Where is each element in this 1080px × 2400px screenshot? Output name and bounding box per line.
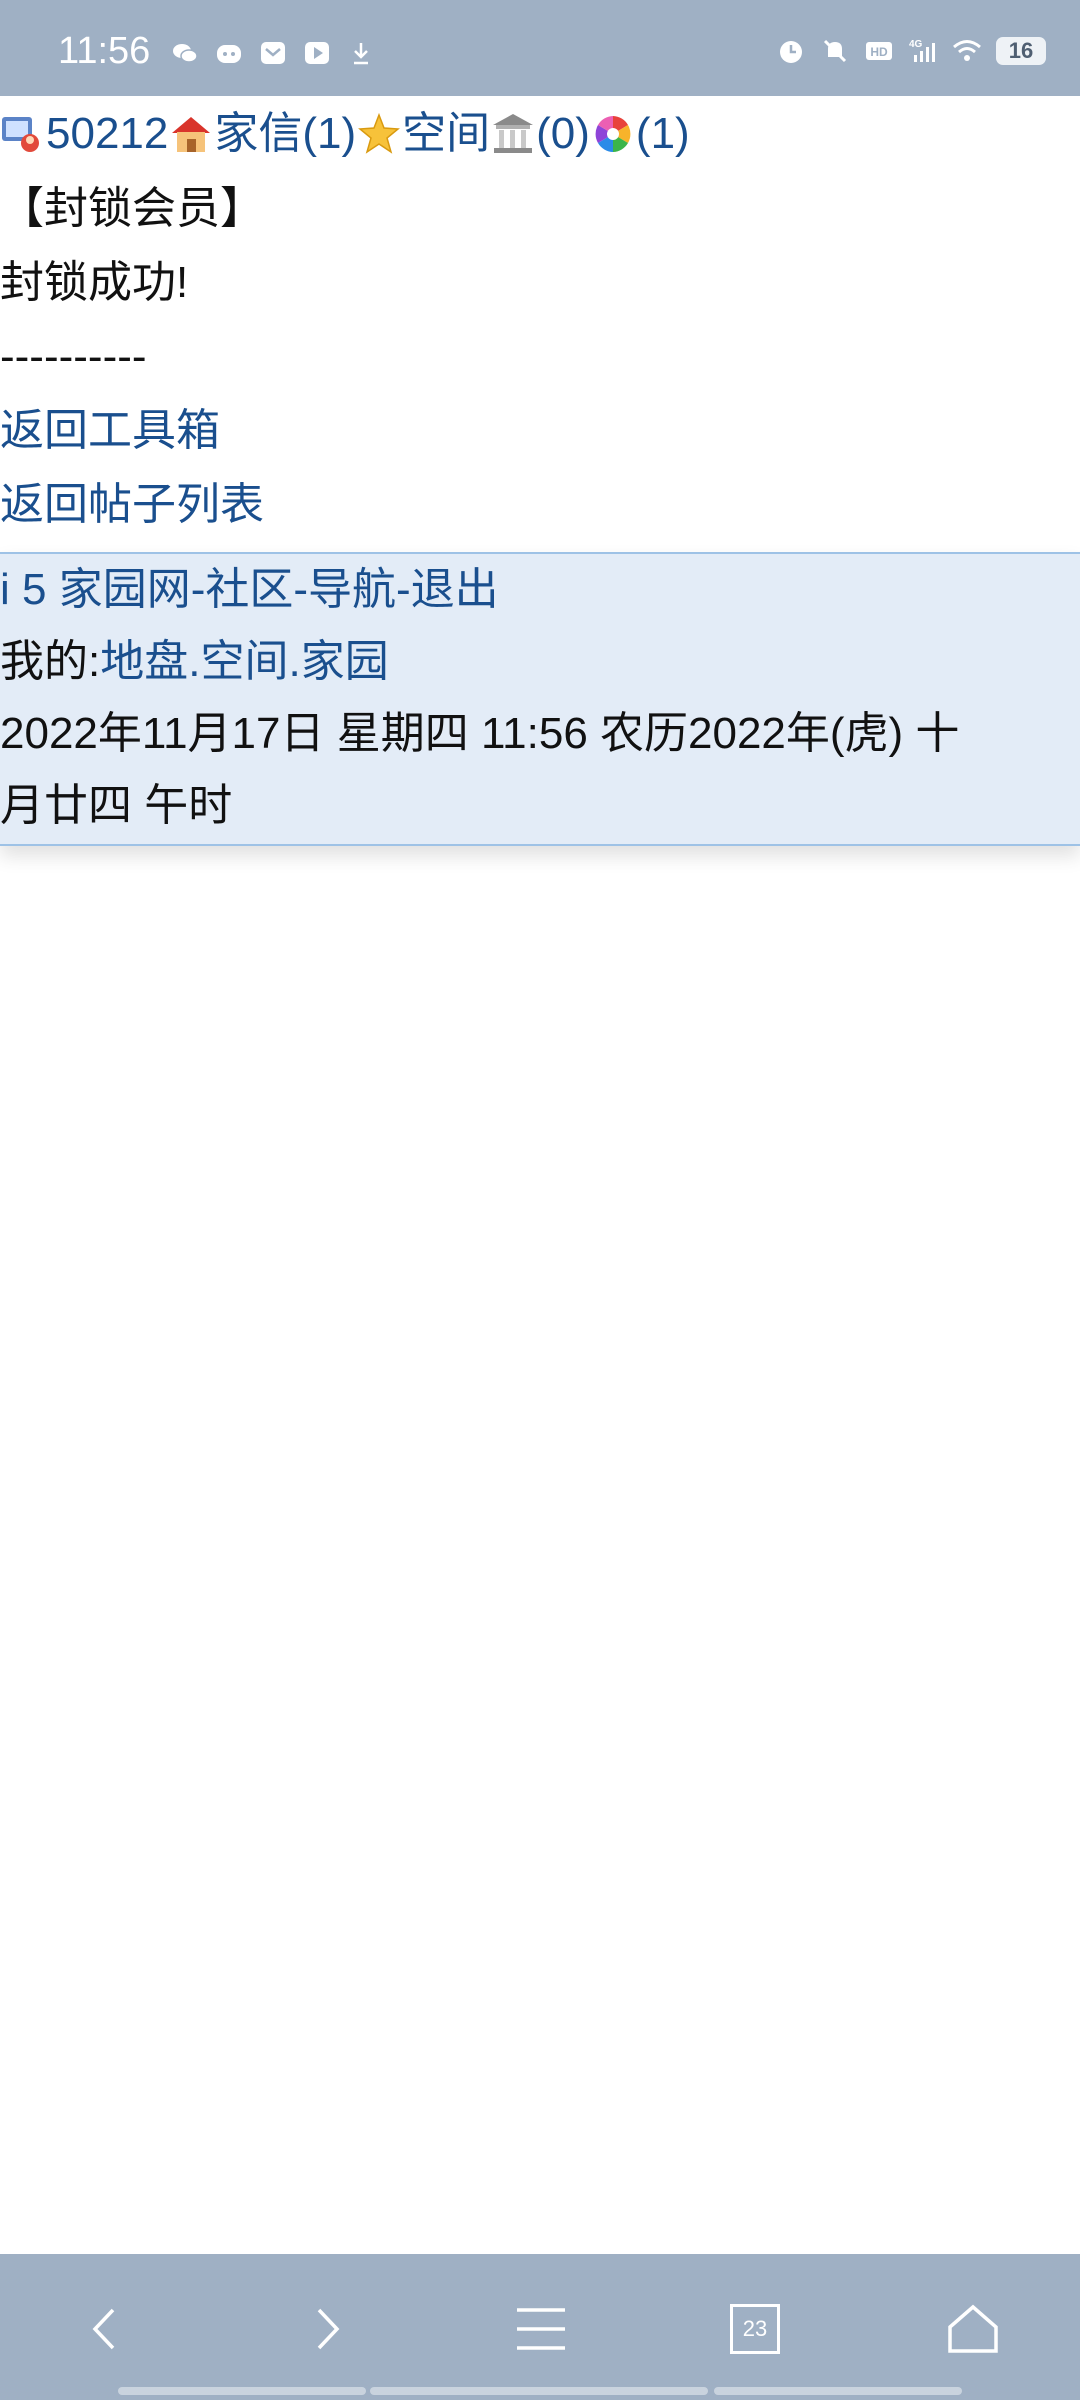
divider: ---------- xyxy=(0,332,147,381)
alarm-icon xyxy=(780,41,802,63)
svg-text:HD: HD xyxy=(870,45,888,59)
menu-icon xyxy=(517,2308,565,2350)
tabs-icon: 23 xyxy=(730,2304,780,2354)
house-mail-icon[interactable] xyxy=(168,111,214,157)
logout-link[interactable]: 退出 xyxy=(411,565,499,614)
scroll-indicator xyxy=(714,2387,962,2395)
mute-icon xyxy=(823,39,847,63)
section-title: 【封锁会员】 xyxy=(0,184,264,233)
space-link[interactable]: 空间 xyxy=(402,97,490,171)
home-icon xyxy=(948,2304,998,2353)
photo-pinwheel-icon[interactable] xyxy=(590,111,636,157)
play-icon xyxy=(305,42,329,64)
page-content: 50212 家信(1) 空间 (0) (1) 【封锁会员】 封锁成功! ----… xyxy=(0,96,1080,542)
scroll-indicator xyxy=(370,2387,708,2395)
cat-app-icon xyxy=(217,45,241,63)
star-icon[interactable] xyxy=(356,111,402,157)
separator: - xyxy=(396,565,411,614)
my-links: 我的:地盘.空间.家园 xyxy=(0,626,1080,698)
building-icon[interactable] xyxy=(490,111,536,157)
mail-icon xyxy=(261,42,285,64)
dot-separator: . xyxy=(188,637,201,686)
svg-text:4G: 4G xyxy=(909,39,923,50)
mail-link[interactable]: 家信(1) xyxy=(214,97,356,171)
my-space-link[interactable]: 空间 xyxy=(200,637,288,686)
dot-separator: . xyxy=(288,637,301,686)
navigation-link[interactable]: 导航 xyxy=(308,565,396,614)
user-id-link[interactable]: 50212 xyxy=(46,97,168,171)
system-icons: HD 4G 16 xyxy=(776,36,1046,66)
footer-nav: i 5 家园网-社区-导航-退出 xyxy=(0,554,1080,626)
menu-button[interactable] xyxy=(506,2294,576,2364)
my-home-link[interactable]: 家园 xyxy=(301,637,389,686)
download-icon xyxy=(354,43,368,65)
browser-nav-bar: 23 xyxy=(0,2254,1080,2400)
datetime-text: 2022年11月17日 星期四 11:56 农历2022年(虎) 十月廿四 午时 xyxy=(0,709,960,830)
separator: - xyxy=(190,565,206,614)
status-bar: 11:56 HD 4G 16 xyxy=(0,0,1080,96)
photo-count-link[interactable]: (1) xyxy=(636,97,690,171)
battery-indicator: 16 xyxy=(996,37,1046,65)
back-toolbox-link[interactable]: 返回工具箱 xyxy=(0,406,220,455)
my-label: 我的: xyxy=(0,637,101,686)
home-button[interactable] xyxy=(938,2294,1008,2364)
site-footer: i 5 家园网-社区-导航-退出 我的:地盘.空间.家园 2022年11月17日… xyxy=(0,552,1080,846)
user-computer-icon[interactable] xyxy=(0,111,46,157)
my-land-link[interactable]: 地盘 xyxy=(100,637,188,686)
hd-icon: HD xyxy=(866,42,892,60)
signal-4g-icon: 4G xyxy=(909,39,935,62)
back-button[interactable] xyxy=(70,2294,140,2364)
forward-button[interactable] xyxy=(292,2294,362,2364)
user-toolbar: 50212 家信(1) 空间 (0) (1) xyxy=(0,96,1080,172)
success-message: 封锁成功! xyxy=(0,258,189,307)
back-posts-link[interactable]: 返回帖子列表 xyxy=(0,480,264,529)
site-home-link[interactable]: i 5 家园网 xyxy=(0,565,191,614)
tabs-button[interactable]: 23 xyxy=(720,2294,790,2364)
wifi-icon xyxy=(953,40,981,61)
notification-icons xyxy=(170,38,376,68)
community-link[interactable]: 社区 xyxy=(205,565,293,614)
back-icon xyxy=(92,2308,115,2350)
separator: - xyxy=(293,565,309,614)
scroll-indicator xyxy=(118,2387,366,2395)
wechat-icon xyxy=(173,44,198,63)
building-count-link[interactable]: (0) xyxy=(536,97,590,171)
forward-icon xyxy=(317,2308,340,2350)
status-time: 11:56 xyxy=(58,30,151,72)
